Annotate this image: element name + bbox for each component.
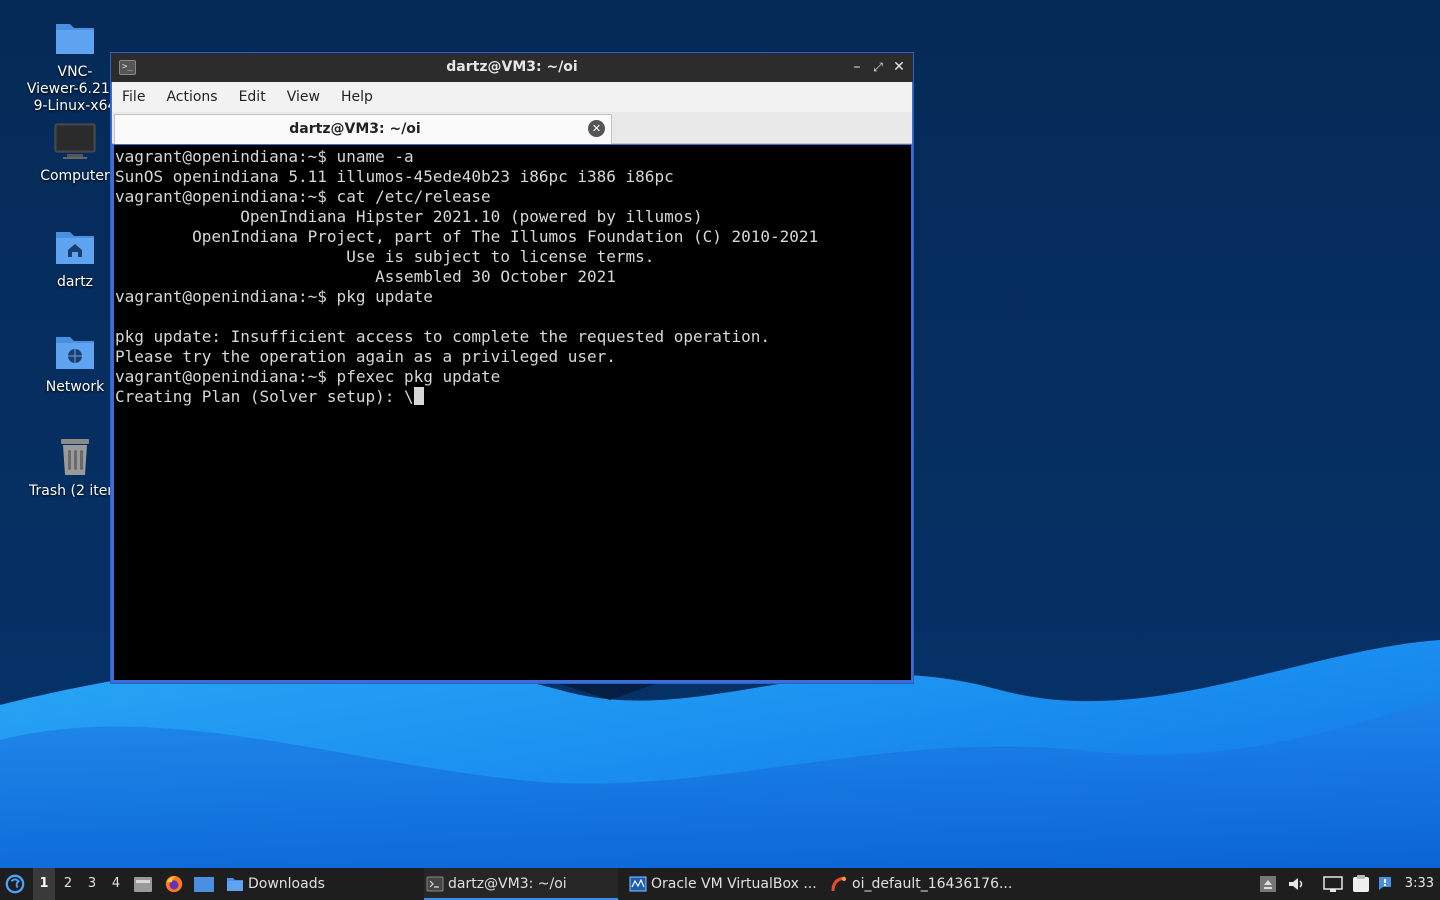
notification-icon[interactable] bbox=[1377, 875, 1393, 893]
terminal-line: vagrant@openindiana:~$ pfexec pkg update bbox=[115, 367, 501, 386]
network-folder-icon bbox=[56, 337, 94, 369]
terminal-line: vagrant@openindiana:~$ cat /etc/release bbox=[115, 187, 491, 206]
maximize-button[interactable]: ⤢ bbox=[868, 57, 888, 77]
folder-icon bbox=[227, 878, 243, 891]
terminal-icon bbox=[426, 876, 444, 892]
terminal-line: vagrant@openindiana:~$ uname -a bbox=[115, 147, 414, 166]
tab-close-icon[interactable]: ✕ bbox=[588, 120, 605, 137]
workspace-1[interactable]: 1 bbox=[33, 868, 55, 900]
show-desktop-icon[interactable] bbox=[193, 875, 215, 893]
menubar: File Actions Edit View Help bbox=[112, 82, 912, 112]
trash-icon bbox=[61, 439, 89, 475]
volume-icon[interactable] bbox=[1287, 875, 1305, 893]
window-titlebar[interactable]: dartz@VM3: ~/oi >_ – ⤢ ✕ bbox=[111, 53, 913, 82]
window-title: dartz@VM3: ~/oi bbox=[446, 59, 578, 75]
terminal-line: Please try the operation again as a priv… bbox=[115, 347, 616, 366]
clipboard-icon[interactable] bbox=[1351, 875, 1371, 893]
terminal-line: OpenIndiana Hipster 2021.10 (powered by … bbox=[115, 207, 703, 226]
terminal-current-text: Creating Plan (Solver setup): \ bbox=[115, 387, 414, 406]
workspace-2[interactable]: 2 bbox=[57, 868, 79, 900]
task-virtualbox[interactable]: Oracle VM VirtualBox ... bbox=[627, 868, 822, 900]
workspace-3[interactable]: 3 bbox=[81, 868, 103, 900]
virtualbox-icon bbox=[629, 876, 647, 892]
folder-icon bbox=[56, 24, 94, 54]
menu-edit[interactable]: Edit bbox=[229, 82, 277, 112]
workspace-4[interactable]: 4 bbox=[105, 868, 127, 900]
terminal-line: vagrant@openindiana:~$ pkg update bbox=[115, 287, 433, 306]
tab-label: dartz@VM3: ~/oi bbox=[289, 121, 421, 137]
taskbar: 1 2 3 4 Downloads dartz@VM3: ~/oi Oracle… bbox=[0, 868, 1440, 900]
terminal-icon: >_ bbox=[119, 60, 136, 75]
menu-help[interactable]: Help bbox=[331, 82, 384, 112]
menu-file[interactable]: File bbox=[112, 82, 156, 112]
terminal-current-line: Creating Plan (Solver setup): \ bbox=[115, 387, 911, 407]
desktop: VNC- Viewer-6.21.1 9-Linux-x64 Computer … bbox=[0, 0, 1440, 868]
task-terminal[interactable]: dartz@VM3: ~/oi bbox=[424, 868, 618, 900]
network-monitor-icon[interactable] bbox=[1323, 875, 1343, 893]
tab-terminal[interactable]: dartz@VM3: ~/oi ✕ bbox=[114, 114, 612, 144]
app-icon bbox=[831, 876, 846, 892]
tab-bar: dartz@VM3: ~/oi ✕ bbox=[112, 112, 912, 144]
computer-icon bbox=[54, 123, 96, 159]
minimize-button[interactable]: – bbox=[847, 57, 867, 77]
eject-icon[interactable] bbox=[1259, 875, 1277, 893]
menu-view[interactable]: View bbox=[277, 82, 331, 112]
terminal-cursor bbox=[413, 387, 424, 405]
menu-actions[interactable]: Actions bbox=[156, 82, 228, 112]
terminal-output[interactable]: vagrant@openindiana:~$ uname -a SunOS op… bbox=[114, 145, 911, 680]
terminal-line: Assembled 30 October 2021 bbox=[115, 267, 616, 286]
task-label: Oracle VM VirtualBox ... bbox=[651, 876, 817, 892]
terminal-window[interactable]: dartz@VM3: ~/oi >_ – ⤢ ✕ File Actions Edit… bbox=[110, 52, 914, 684]
task-downloads[interactable]: Downloads bbox=[224, 868, 414, 900]
close-button[interactable]: ✕ bbox=[889, 57, 909, 77]
clock[interactable]: 3:33 bbox=[1405, 868, 1434, 900]
task-label: dartz@VM3: ~/oi bbox=[448, 876, 567, 892]
terminal-line: pkg update: Insufficient access to compl… bbox=[115, 327, 771, 346]
file-manager-icon[interactable] bbox=[133, 875, 153, 893]
task-label: oi_default_16436176... bbox=[852, 876, 1013, 892]
terminal-line: Use is subject to license terms. bbox=[115, 247, 655, 266]
start-menu-icon[interactable] bbox=[4, 874, 26, 894]
task-label: Downloads bbox=[248, 876, 325, 892]
firefox-icon[interactable] bbox=[163, 874, 185, 894]
task-oi-default[interactable]: oi_default_16436176... bbox=[828, 868, 1028, 900]
terminal-line: SunOS openindiana 5.11 illumos-45ede40b2… bbox=[115, 167, 674, 186]
terminal-line: OpenIndiana Project, part of The Illumos… bbox=[115, 227, 819, 246]
home-folder-icon bbox=[56, 232, 94, 264]
